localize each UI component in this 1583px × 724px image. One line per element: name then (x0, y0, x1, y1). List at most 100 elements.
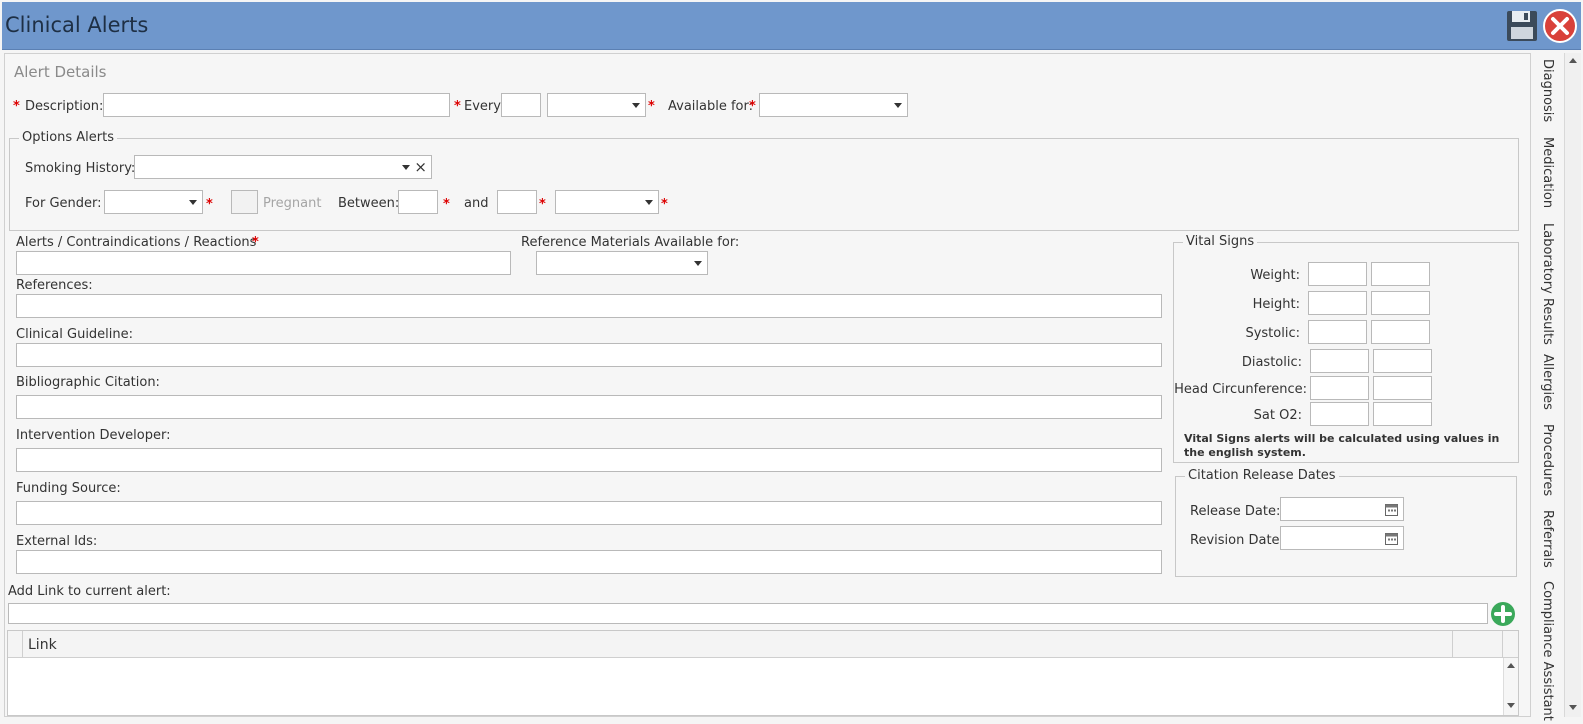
chevron-down-icon (632, 103, 640, 108)
age-to-input[interactable] (497, 190, 537, 214)
required-mark: * (661, 197, 668, 212)
required-mark: * (13, 99, 20, 114)
pregnant-label: Pregnant (263, 196, 322, 211)
close-button[interactable] (1542, 8, 1578, 44)
required-mark: * (454, 99, 461, 114)
release-date-input[interactable] (1280, 497, 1404, 521)
vital-signs-group: Vital Signs Weight: Height: Systolic: Di… (1173, 234, 1519, 463)
between-label: Between: (338, 196, 400, 211)
height-label: Height: (1252, 297, 1300, 312)
options-alerts-group: Options Alerts Smoking History: × For Ge… (9, 130, 1519, 231)
head-circunference-max-input[interactable] (1373, 376, 1432, 400)
required-mark: * (252, 235, 259, 250)
available-for-select[interactable] (759, 93, 908, 117)
reference-materials-select[interactable] (536, 251, 708, 275)
clinical-guideline-input[interactable] (16, 343, 1162, 367)
external-ids-label: External Ids: (16, 534, 98, 549)
add-link-label: Add Link to current alert: (8, 584, 171, 599)
side-tabs: Diagnosis Medication Laboratory Results … (1533, 53, 1563, 721)
scroll-down-icon[interactable] (1507, 703, 1515, 708)
every-unit-select[interactable] (547, 93, 646, 117)
chevron-down-icon (189, 200, 197, 205)
diastolic-max-input[interactable] (1373, 349, 1432, 373)
height-min-input[interactable] (1308, 291, 1367, 315)
diastolic-min-input[interactable] (1310, 349, 1369, 373)
intervention-developer-input[interactable] (16, 448, 1162, 472)
description-label: Description: (25, 99, 104, 114)
weight-max-input[interactable] (1371, 262, 1430, 286)
window-title: Clinical Alerts (5, 13, 149, 37)
tab-diagnosis[interactable]: Diagnosis (1540, 59, 1555, 122)
tab-laboratory-results[interactable]: Laboratory Results (1540, 223, 1555, 345)
release-date-label: Release Date: (1190, 504, 1281, 519)
smoking-history-select[interactable]: × (134, 155, 432, 179)
required-mark: * (539, 197, 546, 212)
clinical-guideline-label: Clinical Guideline: (16, 327, 134, 342)
age-unit-select[interactable] (555, 190, 659, 214)
required-mark: * (443, 197, 450, 212)
weight-min-input[interactable] (1308, 262, 1367, 286)
vital-signs-note: Vital Signs alerts will be calculated us… (1184, 432, 1500, 459)
height-max-input[interactable] (1371, 291, 1430, 315)
head-circunference-min-input[interactable] (1310, 376, 1369, 400)
required-mark: * (749, 99, 756, 114)
revision-date-input[interactable] (1280, 526, 1404, 550)
plus-icon (1491, 602, 1515, 626)
sat-o2-max-input[interactable] (1373, 402, 1432, 426)
age-from-input[interactable] (398, 190, 438, 214)
reference-materials-label: Reference Materials Available for: (521, 235, 740, 250)
column-header-link[interactable]: Link (28, 637, 57, 653)
calendar-icon[interactable] (1385, 532, 1398, 545)
tab-procedures[interactable]: Procedures (1540, 424, 1555, 496)
clear-icon[interactable]: × (414, 158, 427, 176)
calendar-icon[interactable] (1385, 503, 1398, 516)
chevron-down-icon (402, 165, 410, 170)
required-mark: * (648, 99, 655, 114)
available-for-label: Available for: (668, 99, 754, 114)
tab-compliance-assistant[interactable]: Compliance Assistant (1540, 581, 1555, 721)
alert-form-panel: Alert Details * Description: * Every: * … (4, 53, 1531, 717)
tab-referrals[interactable]: Referrals (1540, 510, 1555, 568)
gender-label: For Gender: (25, 196, 102, 211)
gender-select[interactable] (104, 190, 203, 214)
funding-source-input[interactable] (16, 501, 1162, 525)
external-ids-input[interactable] (16, 550, 1162, 574)
funding-source-label: Funding Source: (16, 481, 121, 496)
systolic-min-input[interactable] (1308, 320, 1367, 344)
systolic-max-input[interactable] (1371, 320, 1430, 344)
every-input[interactable] (501, 93, 541, 117)
grid-header: Link (8, 631, 1518, 658)
references-label: References: (16, 278, 93, 293)
bibliographic-citation-label: Bibliographic Citation: (16, 375, 160, 390)
alerts-contraindications-input[interactable] (16, 251, 511, 275)
references-input[interactable] (16, 294, 1162, 318)
scroll-up-icon[interactable] (1507, 663, 1515, 668)
grid-scrollbar[interactable] (1503, 658, 1518, 715)
intervention-developer-label: Intervention Developer: (16, 428, 171, 443)
pregnant-checkbox[interactable] (231, 190, 258, 214)
sat-o2-min-input[interactable] (1310, 402, 1369, 426)
sat-o2-label: Sat O2: (1253, 408, 1302, 423)
add-link-input[interactable] (8, 603, 1488, 624)
save-button[interactable] (1504, 8, 1540, 44)
chevron-down-icon (694, 261, 702, 266)
systolic-label: Systolic: (1245, 326, 1300, 341)
citation-release-dates-legend: Citation Release Dates (1185, 468, 1339, 483)
window-scrollbar[interactable] (1564, 53, 1581, 717)
grid-divider (1502, 631, 1503, 658)
scroll-down-icon[interactable] (1569, 705, 1577, 710)
citation-release-dates-group: Citation Release Dates Release Date: Rev… (1175, 468, 1517, 577)
add-link-button[interactable] (1490, 601, 1516, 627)
scroll-up-icon[interactable] (1569, 58, 1577, 63)
and-label: and (464, 196, 489, 211)
revision-date-label: Revision Date: (1190, 533, 1284, 548)
bibliographic-citation-input[interactable] (16, 395, 1162, 419)
every-label: Every: (464, 99, 505, 114)
tab-medication[interactable]: Medication (1540, 137, 1555, 208)
tab-allergies[interactable]: Allergies (1540, 354, 1555, 410)
section-title-alert-details: Alert Details (14, 63, 107, 81)
floppy-disk-icon (1507, 11, 1537, 41)
required-mark: * (206, 197, 213, 212)
description-input[interactable] (103, 93, 450, 117)
weight-label: Weight: (1250, 268, 1300, 283)
